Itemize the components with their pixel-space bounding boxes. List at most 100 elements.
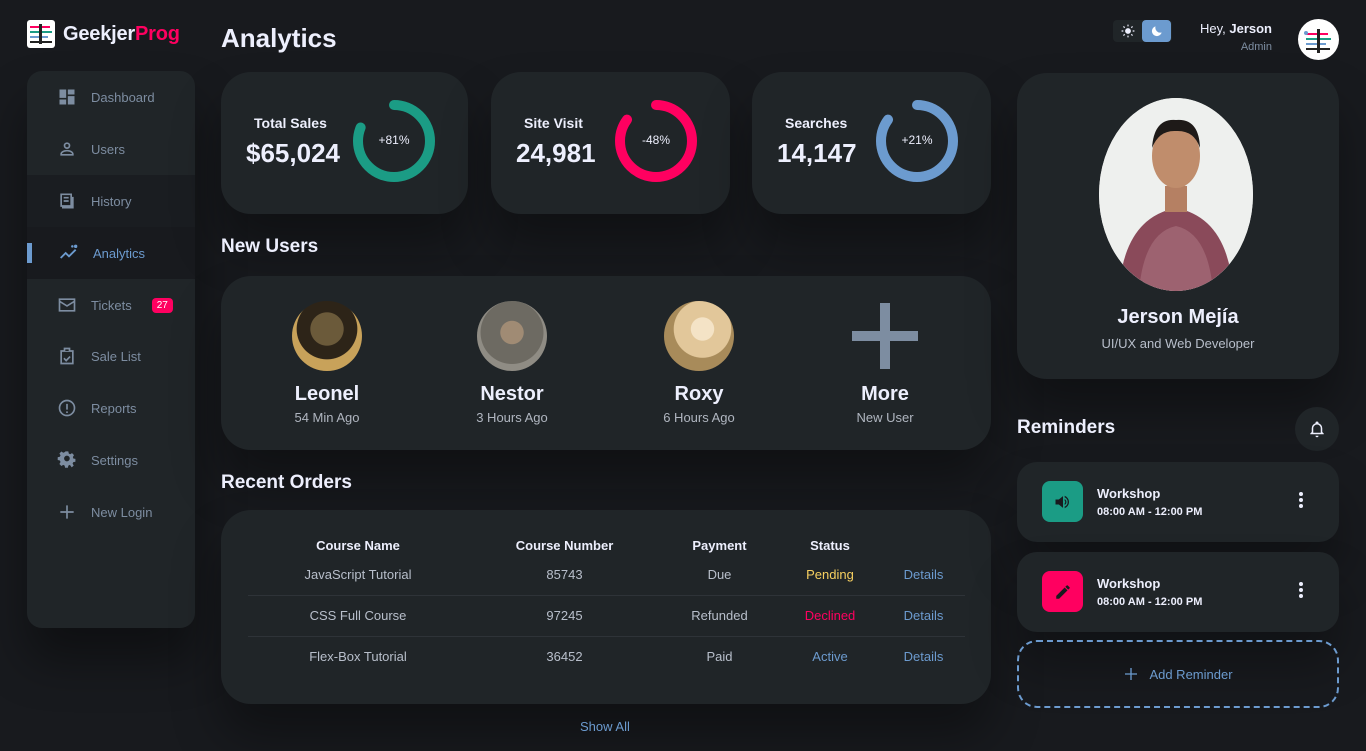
avatar	[477, 301, 547, 371]
sidebar-item-label: Reports	[91, 400, 137, 416]
column-header: Course Number	[515, 537, 614, 553]
reminder-time: 08:00 AM - 12:00 PM	[1097, 596, 1203, 608]
add-reminder-button[interactable]: Add Reminder	[1017, 640, 1339, 708]
sidebar-item-reports[interactable]: Reports	[27, 382, 195, 434]
user-item-leonel[interactable]: Leonel 54 Min Ago	[257, 301, 397, 425]
edit-icon	[1055, 584, 1070, 599]
recent-orders-card: Course Name Course Number Payment Status…	[221, 510, 991, 704]
profile-card: Jerson Mejía UI/UX and Web Developer	[1017, 73, 1339, 379]
payment: Paid	[706, 649, 733, 665]
sidebar-item-analytics[interactable]: Analytics	[27, 227, 195, 279]
page-title: Analytics	[221, 23, 337, 53]
column-header: Status	[810, 537, 850, 553]
stat-label: Total Sales	[254, 115, 327, 131]
sidebar-item-label: History	[91, 193, 132, 209]
more-options-icon[interactable]	[1297, 492, 1305, 510]
course-name: JavaScript Tutorial	[248, 554, 468, 596]
table-row: CSS Full Course 97245 Refunded Declined …	[248, 595, 965, 637]
add-user-icon	[852, 303, 918, 369]
brand-name: GeekjerProg	[63, 22, 180, 45]
user-name: Roxy	[674, 383, 724, 405]
recent-orders-title: Recent Orders	[221, 472, 352, 493]
reminder-title: Workshop	[1097, 486, 1161, 501]
user-time: 3 Hours Ago	[476, 410, 548, 425]
avatar	[292, 301, 362, 371]
user-icon	[60, 142, 74, 156]
status: Declined	[778, 595, 882, 637]
course-number: 36452	[546, 649, 583, 665]
stat-value: $65,024	[246, 138, 340, 168]
details-link[interactable]: Details	[882, 554, 965, 596]
sidebar-item-history[interactable]: History	[27, 175, 195, 227]
analytics-icon	[60, 244, 78, 259]
course-number: 85743	[468, 554, 661, 596]
course-name: Flex-Box Tutorial	[309, 649, 407, 665]
stat-label: Searches	[785, 115, 848, 131]
stat-value: 14,147	[777, 138, 857, 168]
active-indicator	[27, 243, 32, 263]
user-item-nestor[interactable]: Nestor 3 Hours Ago	[442, 301, 582, 425]
sidebar-item-label: Sale List	[91, 348, 141, 364]
sidebar-item-label: New Login	[91, 504, 153, 520]
sidebar-item-label: Users	[91, 141, 125, 157]
user-time: 6 Hours Ago	[663, 410, 735, 425]
profile-photo	[1099, 98, 1253, 291]
details-link[interactable]: Details	[882, 595, 965, 637]
more-options-icon[interactable]	[1297, 582, 1305, 600]
sidebar: Dashboard Users History Analytics Ticket…	[27, 71, 195, 628]
sidebar-item-label: Analytics	[93, 245, 146, 261]
ticket-count-badge: 27	[151, 297, 173, 313]
profile-name: Jerson Mejía	[1117, 306, 1239, 328]
user-name: Nestor	[480, 383, 544, 405]
new-users-title: New Users	[221, 236, 319, 257]
course-number: 97245	[468, 595, 661, 637]
dashboard-icon	[59, 89, 75, 105]
table-row: JavaScript Tutorial 85743 Due Pending De…	[248, 554, 965, 596]
sidebar-item-label: Dashboard	[91, 89, 155, 105]
column-header: Course Name	[316, 537, 400, 553]
orders-table: Course Name Course Number Payment Status…	[248, 536, 965, 677]
user-name: Leonel	[294, 383, 360, 405]
user-avatar[interactable]	[1298, 19, 1339, 60]
clipboard-icon	[60, 347, 74, 365]
user-time: New User	[856, 410, 914, 425]
payment: Refunded	[661, 595, 778, 637]
report-icon	[58, 399, 76, 417]
user-item-more[interactable]: More New User	[815, 301, 955, 425]
sidebar-item-settings[interactable]: Settings	[27, 434, 195, 486]
sidebar-item-label: Tickets	[91, 297, 132, 313]
volume-icon	[1055, 495, 1069, 508]
sidebar-item-new-login[interactable]: New Login	[27, 486, 195, 538]
reminders-title: Reminders	[1017, 417, 1116, 438]
bell-icon	[1310, 421, 1324, 438]
sidebar-item-dashboard[interactable]: Dashboard	[27, 71, 195, 123]
stat-card-searches: Searches 14,147 +21%	[752, 72, 991, 214]
stat-percent: +81%	[378, 133, 410, 147]
course-name: CSS Full Course	[248, 595, 468, 637]
column-header	[882, 536, 965, 554]
sun-icon	[1121, 24, 1134, 38]
new-users-card: Leonel 54 Min Ago Nestor 3 Hours Ago Rox…	[221, 276, 991, 450]
stat-card-site-visit: Site Visit 24,981 -48%	[491, 72, 730, 214]
column-header: Payment	[692, 537, 747, 553]
logo-icon	[27, 20, 55, 48]
sidebar-item-tickets[interactable]: Tickets 27	[27, 279, 195, 331]
profile-title: UI/UX and Web Developer	[1101, 336, 1255, 351]
details-link[interactable]: Details	[882, 636, 965, 677]
reminder-item[interactable]: Workshop 08:00 AM - 12:00 PM	[1017, 462, 1339, 542]
light-mode-button[interactable]	[1113, 20, 1142, 42]
reminder-item[interactable]: Workshop 08:00 AM - 12:00 PM	[1017, 552, 1339, 632]
show-all-link[interactable]: Show All	[580, 719, 630, 734]
plus-icon	[1125, 668, 1138, 680]
user-greeting: Hey, Jerson	[1199, 21, 1272, 36]
sidebar-item-sale-list[interactable]: Sale List	[27, 330, 195, 382]
user-item-roxy[interactable]: Roxy 6 Hours Ago	[629, 301, 769, 425]
history-icon	[60, 193, 74, 209]
stat-label: Site Visit	[524, 115, 583, 131]
status: Pending	[778, 554, 882, 596]
sidebar-item-label: Settings	[91, 452, 138, 468]
notifications-button[interactable]	[1295, 407, 1339, 451]
brand-logo[interactable]: GeekjerProg	[27, 20, 180, 48]
sidebar-item-users[interactable]: Users	[27, 123, 195, 175]
stat-value: 24,981	[516, 138, 596, 168]
